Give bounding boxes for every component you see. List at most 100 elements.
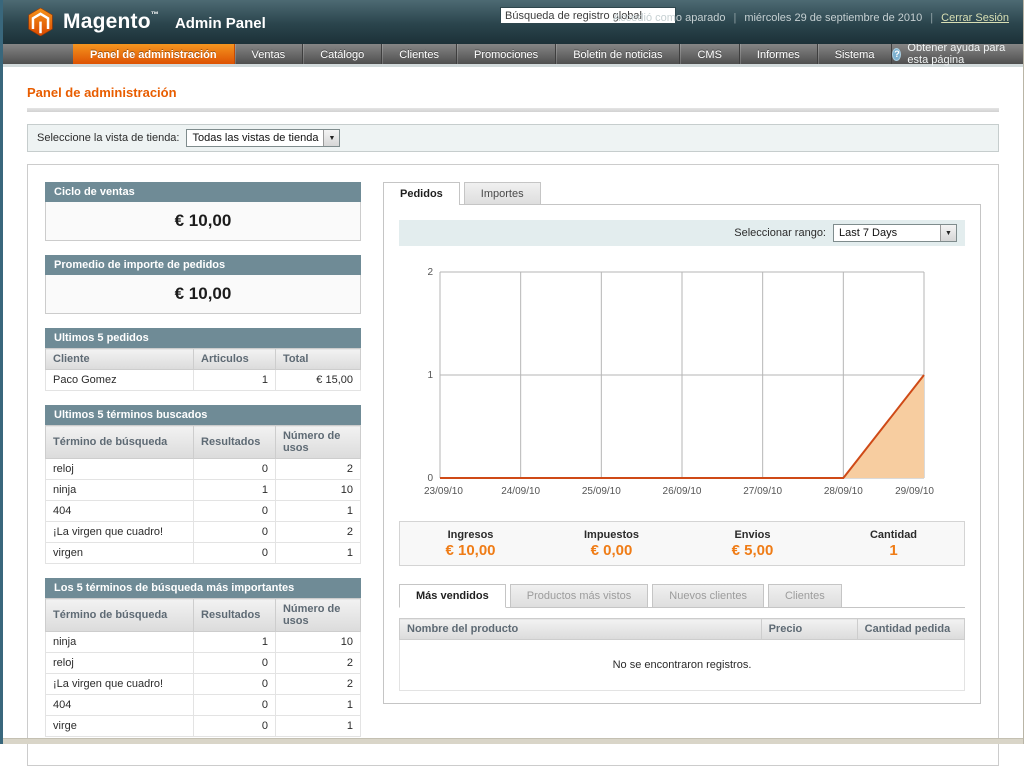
top-search-terms-widget: Los 5 términos de búsqueda más important… xyxy=(45,578,361,737)
table-row[interactable]: ninja 1 10 xyxy=(46,480,361,501)
lifetime-sales-value: € 10,00 xyxy=(45,202,361,241)
app-header: Magento™ Admin Panel Accedió como aparad… xyxy=(3,0,1023,44)
average-orders-widget: Promedio de importe de pedidos € 10,00 xyxy=(45,255,361,314)
tab-bestsellers[interactable]: Más vendidos xyxy=(399,584,506,608)
column-header: Número de usos xyxy=(275,426,360,459)
nav-item-cms[interactable]: CMS xyxy=(680,44,739,64)
trademark: ™ xyxy=(151,10,159,19)
column-header: Resultados xyxy=(194,599,276,632)
svg-text:29/09/10: 29/09/10 xyxy=(895,486,934,497)
column-header: Cliente xyxy=(46,349,194,370)
nav-item-sales[interactable]: Ventas xyxy=(235,44,304,64)
magento-logo: Magento™ Admin Panel xyxy=(27,8,266,36)
widget-title: Ultimos 5 términos buscados xyxy=(45,405,361,425)
column-header: Término de búsqueda xyxy=(46,426,194,459)
tab-new-customers[interactable]: Nuevos clientes xyxy=(652,584,764,607)
magento-admin-window: Magento™ Admin Panel Accedió como aparad… xyxy=(0,0,1024,744)
nav-item-customers[interactable]: Clientes xyxy=(382,44,457,64)
svg-text:26/09/10: 26/09/10 xyxy=(663,486,702,497)
dashboard-panel: Ciclo de ventas € 10,00 Promedio de impo… xyxy=(27,164,999,766)
products-tabs: Más vendidos Productos más vistos Nuevos… xyxy=(399,584,965,608)
current-date: miércoles 29 de septiembre de 2010 xyxy=(744,12,922,24)
table-row[interactable]: 404 0 1 xyxy=(46,695,361,716)
column-header: Término de búsqueda xyxy=(46,599,194,632)
svg-text:24/09/10: 24/09/10 xyxy=(501,486,540,497)
meta-divider: | xyxy=(733,12,736,24)
nav-item-reports[interactable]: Informes xyxy=(740,44,818,64)
svg-text:0: 0 xyxy=(427,473,433,484)
range-bar: Seleccionar rango: Last 7 Days ▼ xyxy=(399,220,965,246)
dashboard-chart-column: Pedidos Importes Seleccionar rango: Last… xyxy=(383,182,981,704)
empty-message: No se encontraron registros. xyxy=(400,640,965,691)
nav-item-catalog[interactable]: Catálogo xyxy=(303,44,382,64)
window-bottom-edge xyxy=(3,738,1023,744)
help-icon: ? xyxy=(892,48,901,61)
svg-text:27/09/10: 27/09/10 xyxy=(743,486,782,497)
stat-tax: Impuestos € 0,00 xyxy=(541,529,682,559)
table-row[interactable]: ¡La virgen que cuadro! 0 2 xyxy=(46,522,361,543)
table-row[interactable]: Paco Gomez 1 € 15,00 xyxy=(46,370,361,391)
last-search-terms-table: Término de búsqueda Resultados Número de… xyxy=(45,425,361,564)
nav-item-newsletter[interactable]: Boletin de noticias xyxy=(556,44,680,64)
column-header: Articulos xyxy=(194,349,276,370)
page-title: Panel de administración xyxy=(27,85,999,100)
column-header: Resultados xyxy=(194,426,276,459)
meta-divider: | xyxy=(930,12,933,24)
nav-item-dashboard[interactable]: Panel de administración xyxy=(73,44,235,64)
table-row[interactable]: virge 0 1 xyxy=(46,716,361,737)
column-header: Cantidad pedida xyxy=(857,619,964,640)
table-row[interactable]: 404 0 1 xyxy=(46,501,361,522)
logged-in-as: Accedió como aparado xyxy=(613,12,726,24)
table-row[interactable]: ¡La virgen que cuadro! 0 2 xyxy=(46,674,361,695)
product-name: Admin Panel xyxy=(175,15,266,32)
nav-item-promotions[interactable]: Promociones xyxy=(457,44,556,64)
last-orders-table: Cliente Articulos Total Paco Gomez 1 € 1… xyxy=(45,348,361,391)
main-nav: Panel de administración Ventas Catálogo … xyxy=(3,44,1023,67)
help-label: Obtener ayuda para esta página xyxy=(907,42,1007,66)
header-meta: Accedió como aparado | miércoles 29 de s… xyxy=(613,12,1009,24)
column-header: Número de usos xyxy=(275,599,360,632)
range-select[interactable]: Last 7 Days ▼ xyxy=(833,224,957,242)
last-search-terms-widget: Ultimos 5 términos buscados Término de b… xyxy=(45,405,361,564)
tab-most-viewed[interactable]: Productos más vistos xyxy=(510,584,649,607)
tab-customers[interactable]: Clientes xyxy=(768,584,842,607)
orders-chart: 01223/09/1024/09/1025/09/1026/09/1027/09… xyxy=(412,260,952,513)
page-help-link[interactable]: ? Obtener ayuda para esta página xyxy=(892,44,1023,64)
svg-text:25/09/10: 25/09/10 xyxy=(582,486,621,497)
stat-shipping: Envios € 5,00 xyxy=(682,529,823,559)
chevron-down-icon: ▼ xyxy=(940,225,956,241)
bestsellers-table: Nombre del producto Precio Cantidad pedi… xyxy=(399,618,965,691)
widget-title: Ultimos 5 pedidos xyxy=(45,328,361,348)
chart-card: Seleccionar rango: Last 7 Days ▼ 01223/0… xyxy=(383,204,981,704)
svg-text:28/09/10: 28/09/10 xyxy=(824,486,863,497)
lifetime-sales-widget: Ciclo de ventas € 10,00 xyxy=(45,182,361,241)
widget-title: Promedio de importe de pedidos xyxy=(45,255,361,275)
chart-tabs: Pedidos Importes xyxy=(383,182,981,204)
logout-link[interactable]: Cerrar Sesión xyxy=(941,12,1009,24)
stat-quantity: Cantidad 1 xyxy=(823,529,964,559)
table-row[interactable]: ninja 1 10 xyxy=(46,632,361,653)
column-header: Precio xyxy=(761,619,857,640)
orders-chart-svg: 01223/09/1024/09/1025/09/1026/09/1027/09… xyxy=(412,260,952,508)
totals-row: Ingresos € 10,00 Impuestos € 0,00 Envios… xyxy=(399,521,965,566)
range-label: Seleccionar rango: xyxy=(734,227,826,239)
nav-item-system[interactable]: Sistema xyxy=(818,44,893,64)
empty-row: No se encontraron registros. xyxy=(400,640,965,691)
table-row[interactable]: virgen 0 1 xyxy=(46,543,361,564)
magento-logo-icon xyxy=(27,8,54,36)
table-row[interactable]: reloj 0 2 xyxy=(46,459,361,480)
store-view-label: Seleccione la vista de tienda: xyxy=(37,132,179,144)
last-orders-widget: Ultimos 5 pedidos Cliente Articulos Tota… xyxy=(45,328,361,391)
column-header: Total xyxy=(275,349,360,370)
chevron-down-icon: ▼ xyxy=(323,130,339,146)
widget-title: Ciclo de ventas xyxy=(45,182,361,202)
average-orders-value: € 10,00 xyxy=(45,275,361,314)
tab-amounts[interactable]: Importes xyxy=(464,182,541,204)
table-row[interactable]: reloj 0 2 xyxy=(46,653,361,674)
widget-title: Los 5 términos de búsqueda más important… xyxy=(45,578,361,598)
title-divider xyxy=(27,108,999,112)
svg-text:2: 2 xyxy=(427,267,433,278)
page-content: Panel de administración Seleccione la vi… xyxy=(3,67,1023,766)
tab-orders[interactable]: Pedidos xyxy=(383,182,460,205)
store-view-select[interactable]: Todas las vistas de tienda ▼ xyxy=(186,129,340,147)
